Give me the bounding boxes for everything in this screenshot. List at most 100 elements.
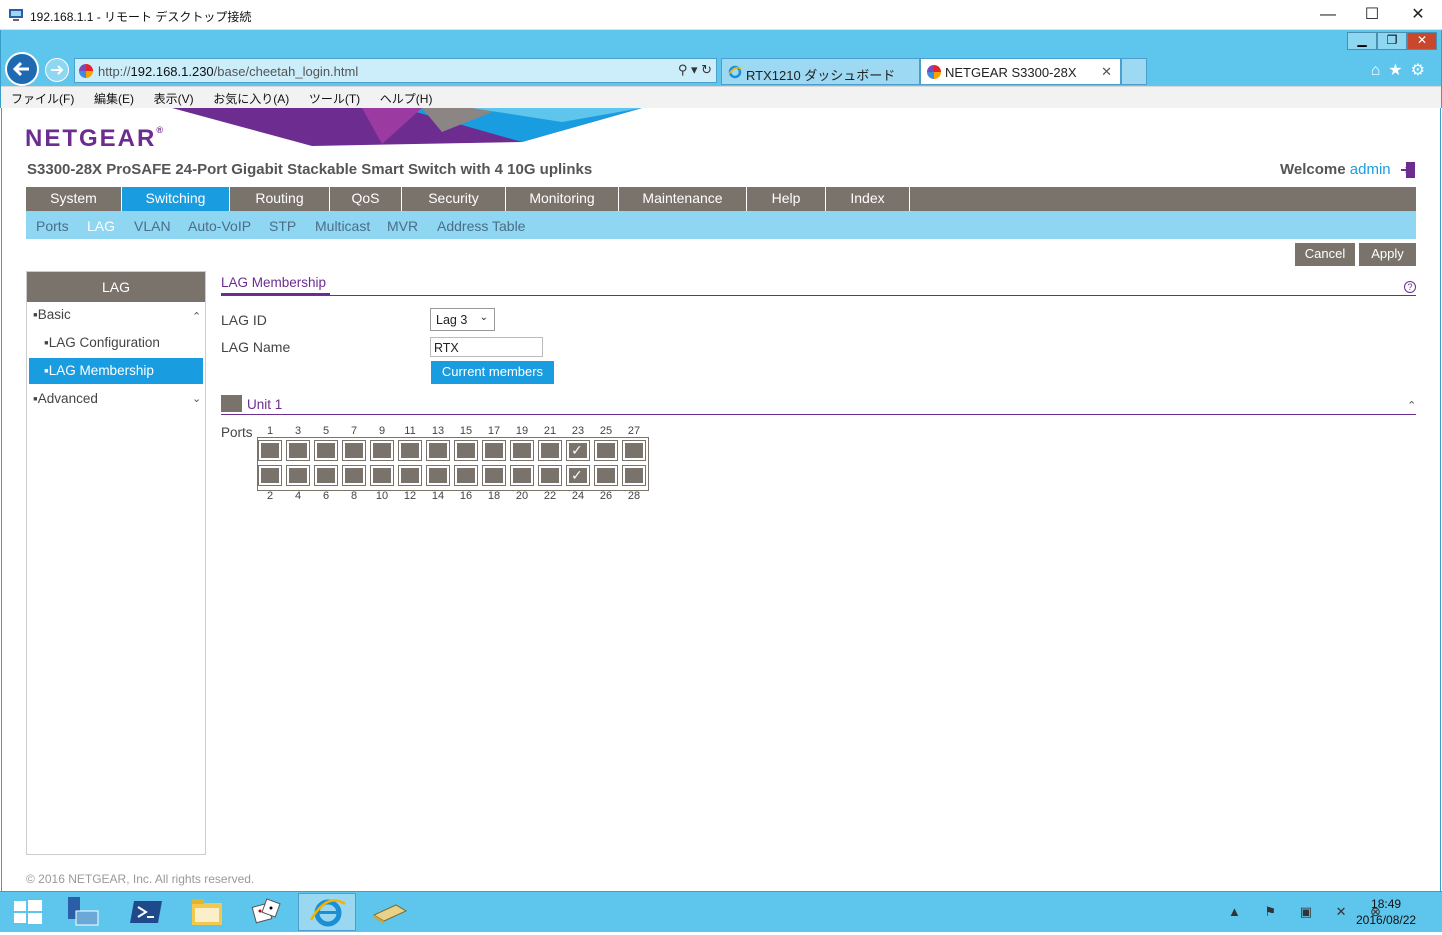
server-manager-icon bbox=[68, 897, 99, 926]
port-2[interactable] bbox=[258, 465, 282, 486]
dice-app-button[interactable] bbox=[238, 893, 296, 931]
port-9[interactable] bbox=[370, 440, 394, 461]
back-button[interactable] bbox=[5, 52, 39, 86]
port-28[interactable] bbox=[622, 465, 646, 486]
port-24[interactable]: ✓ bbox=[566, 465, 590, 486]
subnav-multicast[interactable]: Multicast bbox=[315, 218, 370, 234]
current-members-button[interactable]: Current members bbox=[431, 361, 554, 384]
maximize-button[interactable]: ☐ bbox=[1350, 4, 1394, 26]
clock[interactable]: 18:49 2016/08/22 bbox=[1356, 896, 1416, 928]
remote-desktop-titlebar: 192.168.1.1 - リモート デスクトップ接続 — ☐ ✕ bbox=[0, 0, 1442, 30]
port-4[interactable] bbox=[286, 465, 310, 486]
sidebar-item-basic[interactable]: ▪Basic bbox=[33, 307, 71, 322]
menu-file[interactable]: ファイル(F) bbox=[1, 87, 74, 107]
port-6[interactable] bbox=[314, 465, 338, 486]
subnav-vlan[interactable]: VLAN bbox=[134, 218, 171, 234]
unit-label: Unit 1 bbox=[247, 397, 283, 412]
inner-close-button[interactable]: ✕ bbox=[1407, 32, 1437, 50]
address-bar[interactable]: http://192.168.1.230/base/cheetah_login.… bbox=[74, 58, 717, 83]
help-icon[interactable]: ? bbox=[1404, 281, 1416, 293]
port-13[interactable] bbox=[426, 440, 450, 461]
chevron-down-icon[interactable]: ⌄ bbox=[192, 392, 201, 405]
nav-routing[interactable]: Routing bbox=[230, 187, 330, 211]
nav-monitoring[interactable]: Monitoring bbox=[506, 187, 619, 211]
new-tab-button[interactable] bbox=[1121, 58, 1147, 85]
close-button[interactable]: ✕ bbox=[1396, 4, 1440, 26]
port-5[interactable] bbox=[314, 440, 338, 461]
subnav-stp[interactable]: STP bbox=[269, 218, 296, 234]
port-22[interactable] bbox=[538, 465, 562, 486]
menu-tools[interactable]: ツール(T) bbox=[299, 87, 360, 107]
nav-help[interactable]: Help bbox=[747, 187, 826, 211]
remote-desktop-button[interactable] bbox=[360, 893, 418, 931]
logout-icon[interactable] bbox=[1400, 161, 1416, 179]
inner-minimize-button[interactable]: ▁ bbox=[1347, 32, 1377, 50]
lag-name-input[interactable] bbox=[430, 337, 543, 357]
port-19[interactable] bbox=[510, 440, 534, 461]
port-14[interactable] bbox=[426, 465, 450, 486]
cancel-button[interactable]: Cancel bbox=[1295, 243, 1355, 266]
home-favorites-settings-icons[interactable]: ⌂★⚙ bbox=[1371, 60, 1433, 80]
server-manager-button[interactable] bbox=[58, 893, 116, 931]
powershell-button[interactable] bbox=[118, 893, 176, 931]
nav-maintenance[interactable]: Maintenance bbox=[619, 187, 747, 211]
chevron-up-icon[interactable]: ⌃ bbox=[192, 310, 201, 323]
menu-edit[interactable]: 編集(E) bbox=[84, 87, 134, 107]
admin-link[interactable]: admin bbox=[1350, 161, 1391, 178]
port-number-label: 27 bbox=[627, 425, 641, 437]
port-3[interactable] bbox=[286, 440, 310, 461]
ethernet-port-icon bbox=[261, 468, 279, 483]
minimize-button[interactable]: — bbox=[1306, 4, 1350, 26]
lag-id-select[interactable]: Lag 3 ⌄ bbox=[430, 308, 495, 331]
nav-system[interactable]: System bbox=[26, 187, 122, 211]
internet-explorer-button[interactable] bbox=[298, 893, 356, 931]
sidebar-item-lag-configuration[interactable]: ▪LAG Configuration bbox=[44, 335, 160, 350]
tab-rtx1210[interactable]: RTX1210 ダッシュボード bbox=[721, 58, 920, 85]
menu-view[interactable]: 表示(V) bbox=[144, 87, 194, 107]
sidebar-item-advanced[interactable]: ▪Advanced bbox=[33, 391, 98, 406]
port-17[interactable] bbox=[482, 440, 506, 461]
port-7[interactable] bbox=[342, 440, 366, 461]
nav-index[interactable]: Index bbox=[826, 187, 910, 211]
port-1[interactable] bbox=[258, 440, 282, 461]
ethernet-port-icon bbox=[345, 443, 363, 458]
ethernet-port-icon bbox=[317, 443, 335, 458]
port-10[interactable] bbox=[370, 465, 394, 486]
port-20[interactable] bbox=[510, 465, 534, 486]
port-12[interactable] bbox=[398, 465, 422, 486]
port-23[interactable]: ✓ bbox=[566, 440, 590, 461]
subnav-auto-voip[interactable]: Auto-VoIP bbox=[188, 218, 251, 234]
nav-qos[interactable]: QoS bbox=[330, 187, 402, 211]
port-16[interactable] bbox=[454, 465, 478, 486]
folder-icon bbox=[192, 899, 222, 925]
inner-restore-button[interactable]: ❐ bbox=[1377, 32, 1407, 50]
chevron-up-icon[interactable]: ⌃ bbox=[1407, 399, 1416, 412]
sidebar-item-lag-membership[interactable]: ▪LAG Membership bbox=[29, 358, 203, 384]
port-8[interactable] bbox=[342, 465, 366, 486]
menu-help[interactable]: ヘルプ(H) bbox=[370, 87, 433, 107]
port-11[interactable] bbox=[398, 440, 422, 461]
port-21[interactable] bbox=[538, 440, 562, 461]
port-18[interactable] bbox=[482, 465, 506, 486]
port-25[interactable] bbox=[594, 440, 618, 461]
ethernet-port-icon bbox=[541, 443, 559, 458]
subnav-address-table[interactable]: Address Table bbox=[437, 218, 525, 234]
port-26[interactable] bbox=[594, 465, 618, 486]
file-explorer-button[interactable] bbox=[178, 893, 236, 931]
menu-favorites[interactable]: お気に入り(A) bbox=[203, 87, 289, 107]
tab-close-icon[interactable]: ✕ bbox=[1101, 64, 1112, 80]
nav-switching[interactable]: Switching bbox=[122, 187, 230, 211]
start-button[interactable] bbox=[0, 893, 58, 931]
ethernet-port-icon bbox=[513, 468, 531, 483]
subnav-lag[interactable]: LAG bbox=[87, 218, 115, 234]
nav-security[interactable]: Security bbox=[402, 187, 506, 211]
port-number-label: 5 bbox=[322, 425, 330, 437]
tab-netgear[interactable]: NETGEAR S3300-28X ✕ bbox=[920, 58, 1121, 85]
port-27[interactable] bbox=[622, 440, 646, 461]
apply-button[interactable]: Apply bbox=[1359, 243, 1416, 266]
port-15[interactable] bbox=[454, 440, 478, 461]
subnav-ports[interactable]: Ports bbox=[36, 218, 69, 234]
subnav-mvr[interactable]: MVR bbox=[387, 218, 418, 234]
address-tools[interactable]: ⚲ ▾ ↻ bbox=[678, 62, 712, 78]
forward-button[interactable] bbox=[45, 58, 69, 82]
